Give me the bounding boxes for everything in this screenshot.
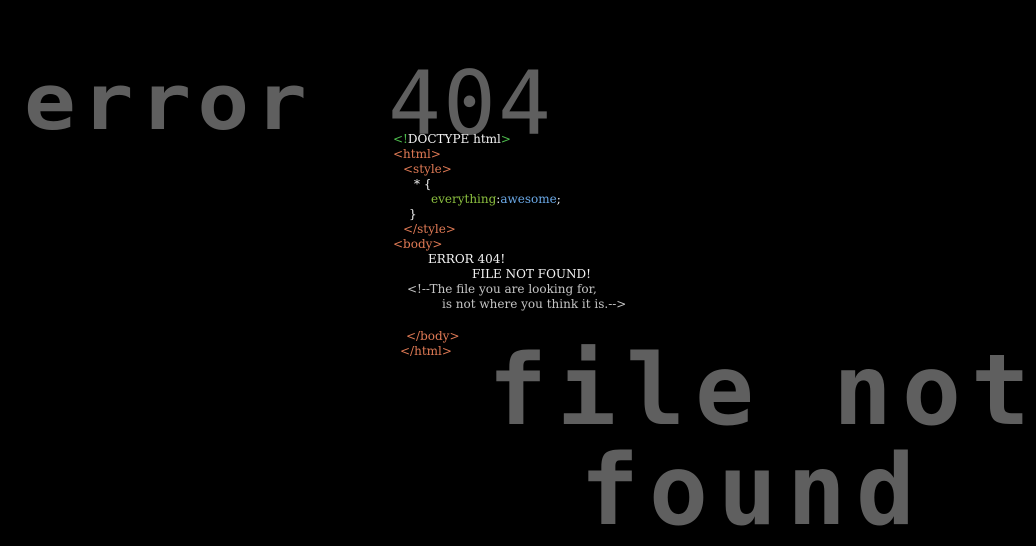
doctype-close-bracket: > [500,132,511,146]
code-comment-line-2: is not where you think it is.--> [442,297,627,311]
code-declaration-line: everything:awesome; [431,192,561,207]
css-property: everything [431,192,497,206]
error-heading: error [24,57,313,148]
code-body-close: </body> [406,329,460,343]
code-style-close: </style> [403,222,456,236]
code-html-close: </html> [400,344,452,358]
css-value: awesome [500,192,557,206]
code-selector: * { [414,177,432,191]
code-error-line: ERROR 404! [428,252,506,266]
error-404-page: error 404 file not found <!DOCTYPE html>… [0,0,1036,546]
code-brace-close: } [409,207,417,221]
doctype-text: DOCTYPE html [407,132,501,146]
code-not-found-line: FILE NOT FOUND! [472,267,591,281]
code-body-open: <body> [393,237,443,251]
code-comment-line-1: <!--The file you are looking for, [407,282,597,296]
doctype-open-bracket: <! [393,132,408,146]
file-not-heading: file not [488,334,1036,448]
code-style-open: <style> [403,162,452,176]
code-doctype-line: <!DOCTYPE html> [393,132,511,147]
code-html-open: <html> [393,147,441,161]
found-heading: found [580,434,926,546]
css-semicolon: ; [556,192,561,206]
